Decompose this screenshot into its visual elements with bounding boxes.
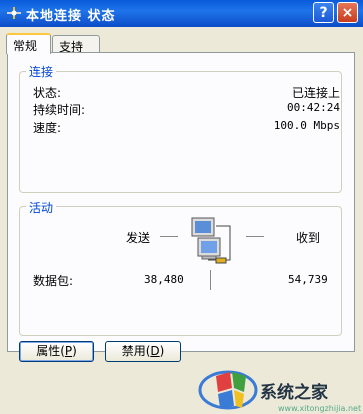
- watermark: 系统之家 www.xitongzhijia.net: [196, 366, 363, 414]
- packets-label: 数据包:: [33, 274, 74, 288]
- network-connection-icon: [7, 7, 21, 19]
- activity-group: [19, 206, 342, 336]
- properties-suffix: ): [72, 344, 77, 358]
- network-activity-icon: [191, 217, 231, 264]
- properties-label: 属性(: [36, 344, 65, 358]
- received-packets-value: 54,739: [288, 273, 328, 286]
- packets-divider: [210, 270, 211, 290]
- received-label: 收到: [296, 231, 321, 245]
- tab-general[interactable]: 常规: [6, 33, 51, 54]
- sent-packets-value: 38,480: [144, 273, 184, 286]
- disable-hotkey: D: [150, 344, 160, 358]
- received-line: [246, 236, 264, 237]
- activity-legend: 活动: [26, 199, 57, 216]
- status-value: 已连接上: [291, 86, 340, 100]
- disable-label: 禁用(: [121, 344, 151, 358]
- watermark-text: 系统之家: [260, 383, 328, 403]
- duration-label: 持续时间:: [33, 103, 86, 117]
- watermark-url: www.xitongzhijia.net: [278, 404, 362, 413]
- sent-label: 发送: [126, 231, 151, 245]
- title-bar[interactable]: 本地连接 状态 ? ×: [0, 0, 363, 27]
- duration-value: 00:42:24: [287, 101, 340, 114]
- connection-legend: 连接: [26, 63, 57, 80]
- speed-value: 100.0 Mbps: [273, 119, 340, 132]
- watermark-logo-icon: [198, 370, 258, 410]
- window-title: 本地连接 状态: [26, 9, 116, 24]
- speed-label: 速度:: [33, 121, 62, 135]
- disable-button[interactable]: 禁用(D): [105, 341, 181, 362]
- sent-line: [160, 236, 178, 237]
- close-button[interactable]: ×: [337, 2, 358, 23]
- disable-suffix: ): [159, 344, 165, 358]
- help-button[interactable]: ?: [313, 2, 334, 23]
- status-label: 状态:: [33, 86, 62, 100]
- properties-button[interactable]: 属性(P): [19, 341, 94, 362]
